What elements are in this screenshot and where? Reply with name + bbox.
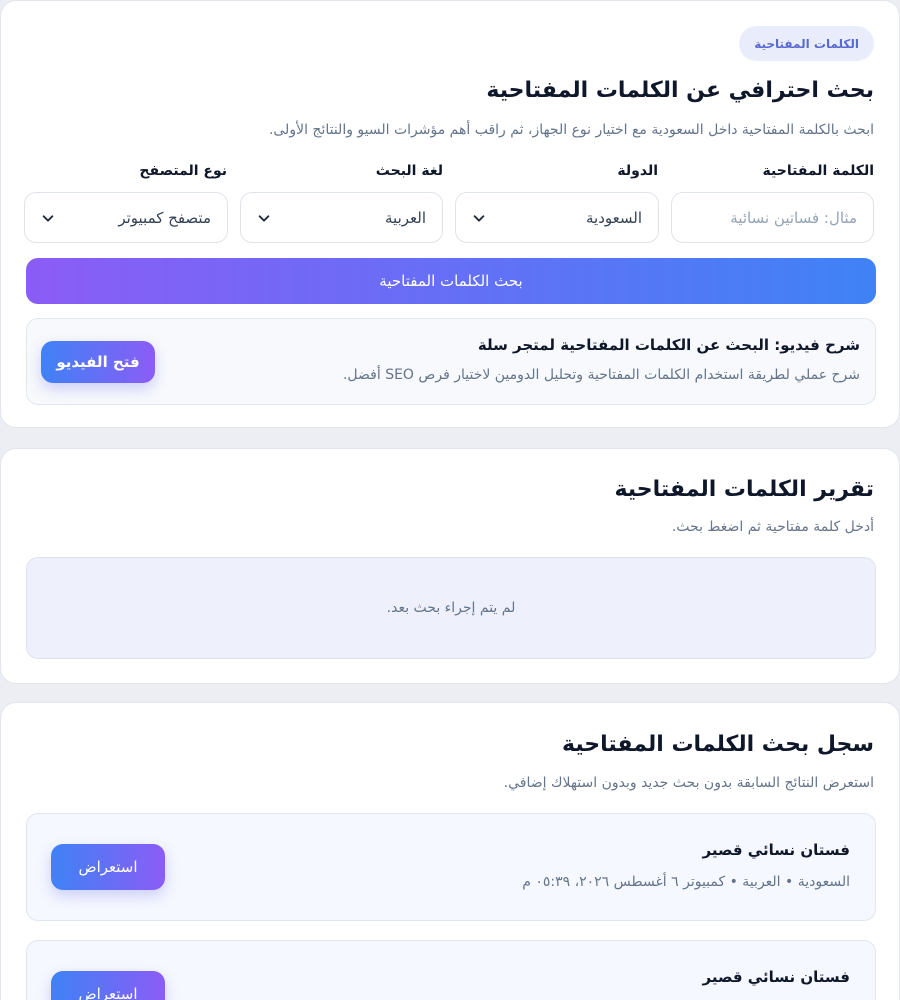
country-label: الدولة: [617, 163, 658, 179]
report-title: تقرير الكلمات المفتاحية: [614, 477, 874, 502]
language-label: لغة البحث: [375, 163, 443, 179]
chevron-down-icon: [258, 214, 270, 222]
keyword-input[interactable]: مثال: فساتين نسائية: [671, 192, 874, 243]
country-select-value: السعودية: [585, 208, 642, 227]
report-empty-state: لم يتم إجراء بحث بعد.: [26, 557, 876, 659]
view-history-button[interactable]: استعراض: [51, 844, 165, 890]
section-badge: الكلمات المفتاحية: [739, 26, 874, 61]
keyword-input-placeholder: مثال: فساتين نسائية: [730, 208, 857, 227]
country-select[interactable]: السعودية: [455, 192, 659, 243]
video-title: شرح فيديو: البحث عن الكلمات المفتاحية لم…: [477, 336, 860, 354]
page-subtitle: ابحث بالكلمة المفتاحية داخل السعودية مع …: [268, 122, 874, 138]
language-select-value: العربية: [385, 208, 426, 227]
video-tutorial-box: شرح فيديو: البحث عن الكلمات المفتاحية لم…: [26, 318, 876, 405]
history-title: سجل بحث الكلمات المفتاحية: [561, 732, 874, 757]
history-subtitle: استعرض النتائج السابقة بدون بحث جديد وبد…: [503, 775, 874, 791]
search-history-card: سجل بحث الكلمات المفتاحية استعرض النتائج…: [0, 702, 900, 1000]
video-description: شرح عملي لطريقة استخدام الكلمات المفتاحي…: [342, 367, 860, 383]
open-video-button[interactable]: فتح الفيديو: [41, 341, 155, 383]
history-item: فستان نسائي قصير استعراض: [26, 940, 876, 1000]
keyword-label: الكلمة المفتاحية: [762, 163, 874, 179]
keyword-report-card: تقرير الكلمات المفتاحية أدخل كلمة مفتاحي…: [0, 448, 900, 684]
browser-select[interactable]: متصفح كمبيوتر: [24, 192, 228, 243]
page-title: بحث احترافي عن الكلمات المفتاحية: [486, 78, 874, 103]
history-item: فستان نسائي قصير السعودية • العربية • كم…: [26, 813, 876, 921]
history-item-keyword: فستان نسائي قصير: [702, 968, 850, 986]
report-subtitle: أدخل كلمة مفتاحية ثم اضغط بحث.: [671, 519, 874, 535]
history-item-keyword: فستان نسائي قصير: [702, 841, 850, 859]
chevron-down-icon: [42, 214, 54, 222]
search-keywords-button[interactable]: بحث الكلمات المفتاحية: [26, 258, 876, 304]
history-item-meta: السعودية • العربية • كمبيوتر ٦ أغسطس ٢٠٢…: [522, 874, 850, 890]
keyword-search-card: الكلمات المفتاحية بحث احترافي عن الكلمات…: [0, 0, 900, 428]
language-select[interactable]: العربية: [240, 192, 443, 243]
browser-label: نوع المتصفح: [139, 163, 227, 179]
chevron-down-icon: [473, 214, 485, 222]
browser-select-value: متصفح كمبيوتر: [118, 208, 211, 227]
view-history-button[interactable]: استعراض: [51, 971, 165, 1000]
